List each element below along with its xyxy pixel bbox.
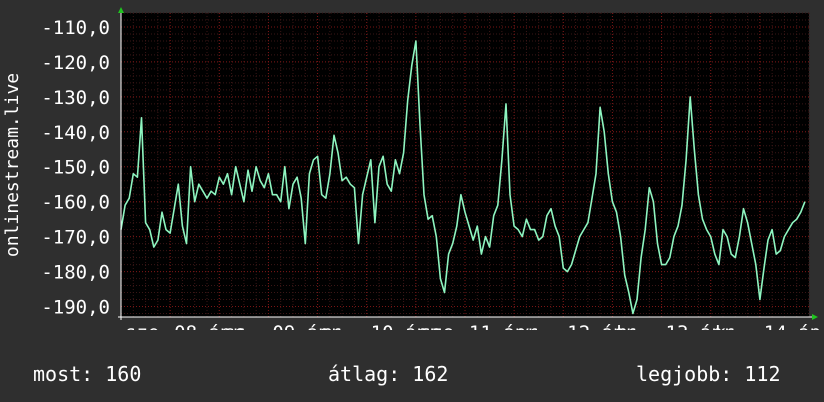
x-tick-label: 14 ápr (764, 322, 824, 330)
x-tick-label: v (518, 322, 529, 330)
stat-now: most: 160 (33, 362, 142, 386)
stats-bar: most: 160 átlag: 162 legjobb: 112 (0, 362, 824, 392)
side-label: onlinestream.live (2, 73, 23, 257)
y-tick-label: -140,0 (41, 122, 110, 144)
x-tick-label: cs (223, 322, 246, 330)
y-tick-label: -160,0 (41, 192, 110, 214)
y-tick-label: -110,0 (41, 17, 110, 39)
y-tick-label: -130,0 (41, 87, 110, 109)
x-axis-arrow-icon (812, 314, 818, 320)
y-axis-arrow-icon (118, 7, 124, 13)
y-tick-label: -150,0 (41, 157, 110, 179)
stat-average: átlag: 162 (328, 362, 449, 386)
x-tick-label: szo (420, 322, 454, 330)
stat-best: legjobb: 112 (636, 362, 781, 386)
line-chart: -110,0 -120,0 -130,0 -140,0 -150,0 -160,0 -170… (2, 7, 824, 330)
y-tick-label: -180,0 (41, 262, 110, 284)
y-tick-label: -170,0 (41, 227, 110, 249)
x-axis-ticks: sze08 áprcs09 áprp10 áprszo11 áprv12 ápr… (125, 322, 824, 330)
x-tick-label: h (616, 322, 627, 330)
x-tick-label: sze (125, 322, 159, 330)
y-axis-ticks: -110,0 -120,0 -130,0 -140,0 -150,0 -160,0 -170… (41, 17, 110, 319)
x-tick-label: k (715, 322, 727, 330)
y-tick-label: -190,0 (41, 297, 110, 319)
y-tick-label: -120,0 (41, 52, 110, 74)
x-tick-label: p (322, 322, 333, 330)
